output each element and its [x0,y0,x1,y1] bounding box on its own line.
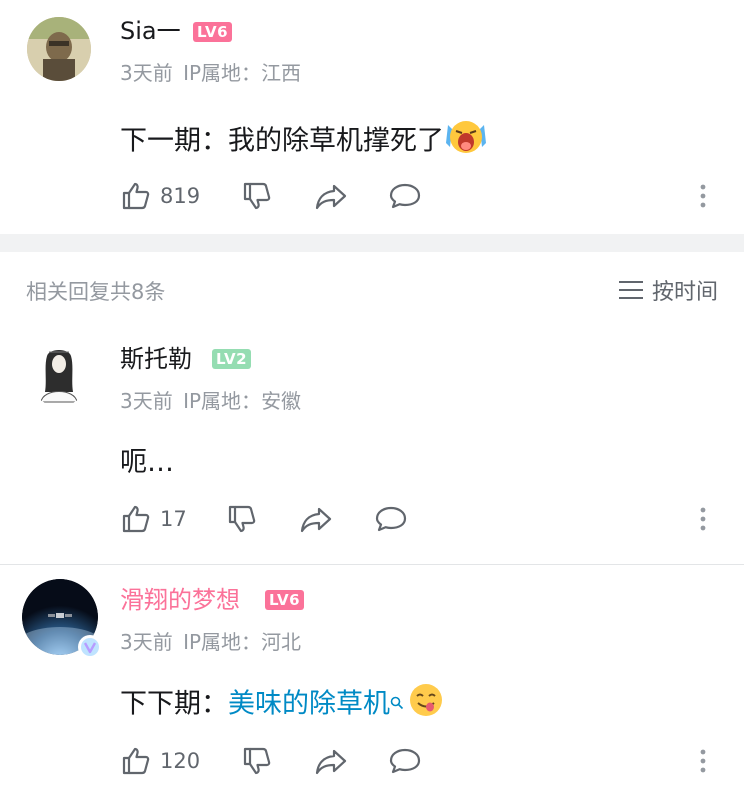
like-count: 819 [160,184,201,208]
section-divider [0,234,744,252]
comment-meta: 3天前 IP属地：河北 [120,629,301,655]
share-button[interactable] [314,176,348,216]
comment-text: 呃… [120,447,174,478]
share-icon [314,745,348,777]
thumbs-up-icon [120,745,152,777]
reply-button[interactable] [374,499,408,539]
comment-time: 3天前 [120,630,173,654]
share-icon [314,180,348,212]
comment-text-prefix: 下下期： [120,688,228,720]
reply-button[interactable] [388,741,422,781]
search-keyword-link[interactable]: 美味的除草机 [228,689,390,720]
ip-location: 河北 [261,630,302,654]
comment-meta: 3天前 IP属地：江西 [120,60,301,86]
more-options-button[interactable] [693,499,713,539]
ip-location: 江西 [261,61,302,85]
comment-bubble-icon [374,503,408,535]
ip-location: 安徽 [261,389,302,413]
dislike-button[interactable] [241,176,273,216]
more-vertical-icon [700,507,706,531]
level-badge: LV6 [265,590,305,610]
like-button[interactable]: 120 [120,741,200,781]
username[interactable]: Sia一 [120,16,181,46]
sort-label: 按时间 [651,280,718,305]
level-badge: LV2 [212,349,252,369]
thumbs-up-icon [120,180,152,212]
thumbs-up-icon [120,503,152,535]
share-button[interactable] [314,741,348,781]
share-button[interactable] [299,499,333,539]
share-icon [299,503,333,535]
thumbs-down-icon [241,180,273,212]
reply-header: 相关回复共8条 按时间 [0,272,744,312]
thumbs-down-icon [241,745,273,777]
reply-count-label: 相关回复共8条 [26,280,166,304]
sort-menu-icon [618,281,643,299]
vip-badge-icon [78,635,102,659]
dislike-button[interactable] [226,499,258,539]
username[interactable]: 滑翔的梦想 [120,585,240,615]
comment-meta: 3天前 IP属地：安徽 [120,388,301,414]
like-count: 17 [160,507,187,531]
crying-face-emoji [444,117,488,167]
more-options-button[interactable] [693,176,713,216]
comment-time: 3天前 [120,61,173,85]
ip-label: IP属地： [183,630,262,654]
comment-actions: 17 [0,499,744,539]
reply-button[interactable] [388,176,422,216]
more-vertical-icon [700,184,706,208]
like-button[interactable]: 17 [120,499,187,539]
like-button[interactable]: 819 [120,176,200,216]
comment-bubble-icon [388,180,422,212]
comment-text-body: 下一期：我的除草机撑死了 [120,125,444,157]
comment-time: 3天前 [120,389,173,413]
avatar[interactable] [27,342,91,406]
comment-item: Sia一 LV6 3天前 IP属地：江西 下一期：我的除草机撑死了 819 [0,0,744,234]
reply-item: 滑翔的梦想 LV6 3天前 IP属地：河北 下下期：美味的除草机 120 [0,565,744,800]
username[interactable]: 斯托勒 [120,344,192,374]
yummy-face-emoji [408,682,444,728]
ip-label: IP属地： [183,389,262,413]
more-options-button[interactable] [693,741,713,781]
comment-actions: 819 [0,176,744,216]
ip-label: IP属地： [183,61,262,85]
comment-text: 下一期：我的除草机撑死了 [120,117,488,167]
thumbs-down-icon [226,503,258,535]
avatar[interactable] [27,17,91,81]
comment-text: 下下期：美味的除草机 [120,682,444,728]
search-icon[interactable] [390,684,404,720]
reply-item: 斯托勒 LV2 3天前 IP属地：安徽 呃… 17 [0,320,744,560]
comment-actions: 120 [0,741,744,781]
level-badge: LV6 [193,22,233,42]
dislike-button[interactable] [241,741,273,781]
like-count: 120 [160,749,201,773]
comment-bubble-icon [388,745,422,777]
sort-toggle[interactable]: 按时间 [618,274,718,306]
more-vertical-icon [700,749,706,773]
